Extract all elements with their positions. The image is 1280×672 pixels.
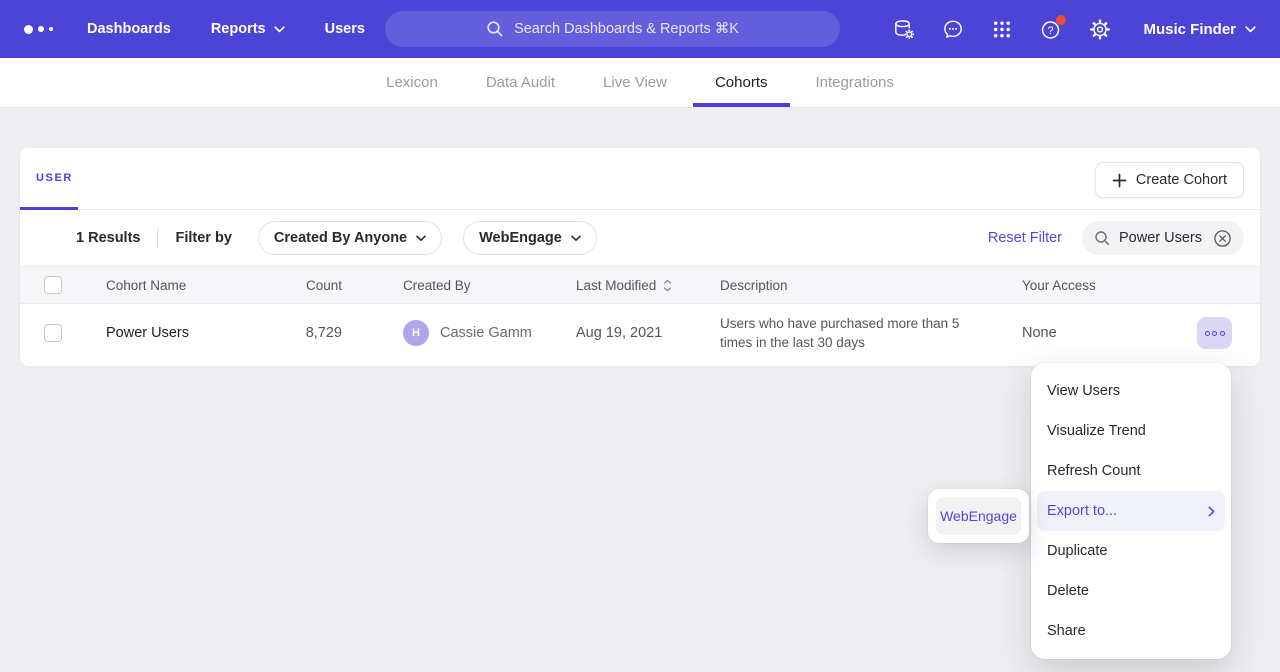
table-header-row: Cohort Name Count Created By Last Modifi…	[20, 266, 1260, 304]
nav-users-label: Users	[325, 21, 365, 37]
nav-reports-label: Reports	[211, 21, 266, 37]
menu-item-export-to[interactable]: Export to...	[1037, 491, 1225, 531]
navbar-right-group: ? Music Finder	[892, 17, 1256, 41]
active-tab-underline	[20, 207, 78, 210]
last-modified-cell: Aug 19, 2021	[576, 325, 720, 341]
cohorts-page: Dashboards Reports Users Search Dashboar…	[0, 0, 1280, 672]
col-cohort-name: Cohort Name	[106, 278, 302, 293]
notification-dot	[1056, 15, 1066, 25]
chevron-down-icon	[571, 235, 581, 242]
search-icon	[486, 20, 504, 38]
col-last-modified: Last Modified	[576, 278, 656, 293]
svg-text:?: ?	[1048, 24, 1054, 36]
cohorts-card: USER Create Cohort 1 Results Filter by C…	[20, 148, 1260, 366]
data-management-icon[interactable]	[892, 17, 916, 41]
menu-item-share[interactable]: Share	[1037, 611, 1225, 651]
created-by-name: Cassie Gamm	[440, 325, 532, 341]
create-cohort-button[interactable]: Create Cohort	[1095, 162, 1244, 198]
cohort-search-input[interactable]	[1119, 230, 1205, 246]
chevron-down-icon	[416, 235, 426, 242]
tab-user[interactable]: USER	[36, 172, 73, 184]
global-search-placeholder: Search Dashboards & Reports ⌘K	[514, 21, 739, 37]
tab-cohorts-label: Cohorts	[715, 74, 768, 91]
brand-logo-icon[interactable]	[24, 25, 53, 34]
workspace-name: Music Finder	[1143, 21, 1236, 38]
menu-item-label: Refresh Count	[1047, 463, 1141, 479]
col-your-access: Your Access	[1022, 278, 1260, 293]
export-submenu: WebEngage	[928, 489, 1029, 543]
nav-users[interactable]: Users	[325, 21, 365, 37]
nav-dashboards[interactable]: Dashboards	[87, 21, 171, 37]
col-created-by: Created By	[403, 278, 576, 293]
created-by-dropdown-value: Created By Anyone	[274, 230, 407, 246]
filter-by-label: Filter by	[175, 230, 231, 246]
menu-item-delete[interactable]: Delete	[1037, 571, 1225, 611]
results-count: 1 Results	[76, 230, 140, 246]
top-navbar: Dashboards Reports Users Search Dashboar…	[0, 0, 1280, 58]
tab-lexicon[interactable]: Lexicon	[364, 58, 460, 107]
chevron-down-icon	[274, 26, 285, 33]
apps-grid-icon[interactable]	[990, 17, 1014, 41]
card-header: USER Create Cohort	[20, 148, 1260, 210]
menu-item-label: View Users	[1047, 383, 1120, 399]
menu-item-duplicate[interactable]: Duplicate	[1037, 531, 1225, 571]
created-by-cell: H Cassie Gamm	[403, 320, 576, 346]
col-count: Count	[302, 278, 342, 293]
menu-item-label: Share	[1047, 623, 1086, 639]
filter-bar-right: Reset Filter	[988, 221, 1244, 255]
settings-icon[interactable]	[1088, 17, 1112, 41]
tab-data-audit[interactable]: Data Audit	[464, 58, 577, 107]
row-checkbox[interactable]	[44, 324, 62, 342]
plus-icon	[1112, 173, 1127, 188]
menu-item-label: Visualize Trend	[1047, 423, 1146, 439]
sort-icon	[663, 279, 672, 292]
chevron-down-icon	[1245, 26, 1256, 33]
integration-dropdown[interactable]: WebEngage	[463, 221, 597, 255]
cohort-search-field[interactable]	[1082, 221, 1244, 255]
col-description: Description	[720, 278, 1022, 293]
cohort-count: 8,729	[302, 325, 342, 341]
create-cohort-label: Create Cohort	[1136, 172, 1227, 188]
table-row[interactable]: Power Users 8,729 H Cassie Gamm Aug 19, …	[20, 304, 1260, 362]
nav-dashboards-label: Dashboards	[87, 21, 171, 37]
row-actions-menu: View Users Visualize Trend Refresh Count…	[1031, 363, 1231, 659]
clear-search-icon[interactable]	[1213, 229, 1232, 248]
select-all-checkbox[interactable]	[44, 276, 62, 294]
help-icon[interactable]: ?	[1039, 17, 1063, 41]
tab-integrations-label: Integrations	[816, 74, 894, 91]
submenu-item-webengage[interactable]: WebEngage	[936, 497, 1021, 535]
nav-reports[interactable]: Reports	[211, 21, 285, 37]
tab-integrations[interactable]: Integrations	[794, 58, 916, 107]
created-by-dropdown[interactable]: Created By Anyone	[258, 221, 442, 255]
chevron-right-icon	[1208, 506, 1215, 517]
tab-live-view[interactable]: Live View	[581, 58, 689, 107]
menu-item-label: Duplicate	[1047, 543, 1107, 559]
reset-filter-link[interactable]: Reset Filter	[988, 230, 1062, 246]
menu-item-label: Delete	[1047, 583, 1089, 599]
row-actions-button[interactable]	[1197, 317, 1232, 349]
col-last-modified-sort[interactable]: Last Modified	[576, 278, 672, 293]
integration-dropdown-value: WebEngage	[479, 230, 562, 246]
tab-live-view-label: Live View	[603, 74, 667, 91]
menu-item-visualize-trend[interactable]: Visualize Trend	[1037, 411, 1225, 451]
global-search-input[interactable]: Search Dashboards & Reports ⌘K	[385, 11, 840, 47]
menu-item-label: Export to...	[1047, 503, 1117, 519]
description-cell: Users who have purchased more than 5 tim…	[720, 314, 972, 352]
avatar: H	[403, 320, 429, 346]
workspace-switcher[interactable]: Music Finder	[1143, 21, 1256, 38]
tab-data-audit-label: Data Audit	[486, 74, 555, 91]
messages-icon[interactable]	[941, 17, 965, 41]
cohort-name-link[interactable]: Power Users	[106, 325, 302, 341]
divider	[157, 228, 158, 248]
menu-item-refresh-count[interactable]: Refresh Count	[1037, 451, 1225, 491]
menu-item-view-users[interactable]: View Users	[1037, 371, 1225, 411]
primary-nav: Dashboards Reports Users	[87, 21, 365, 37]
search-icon	[1094, 230, 1111, 247]
tab-lexicon-label: Lexicon	[386, 74, 438, 91]
section-tabbar: Lexicon Data Audit Live View Cohorts Int…	[0, 58, 1280, 108]
filter-bar: 1 Results Filter by Created By Anyone We…	[20, 210, 1260, 266]
tab-cohorts[interactable]: Cohorts	[693, 58, 790, 107]
